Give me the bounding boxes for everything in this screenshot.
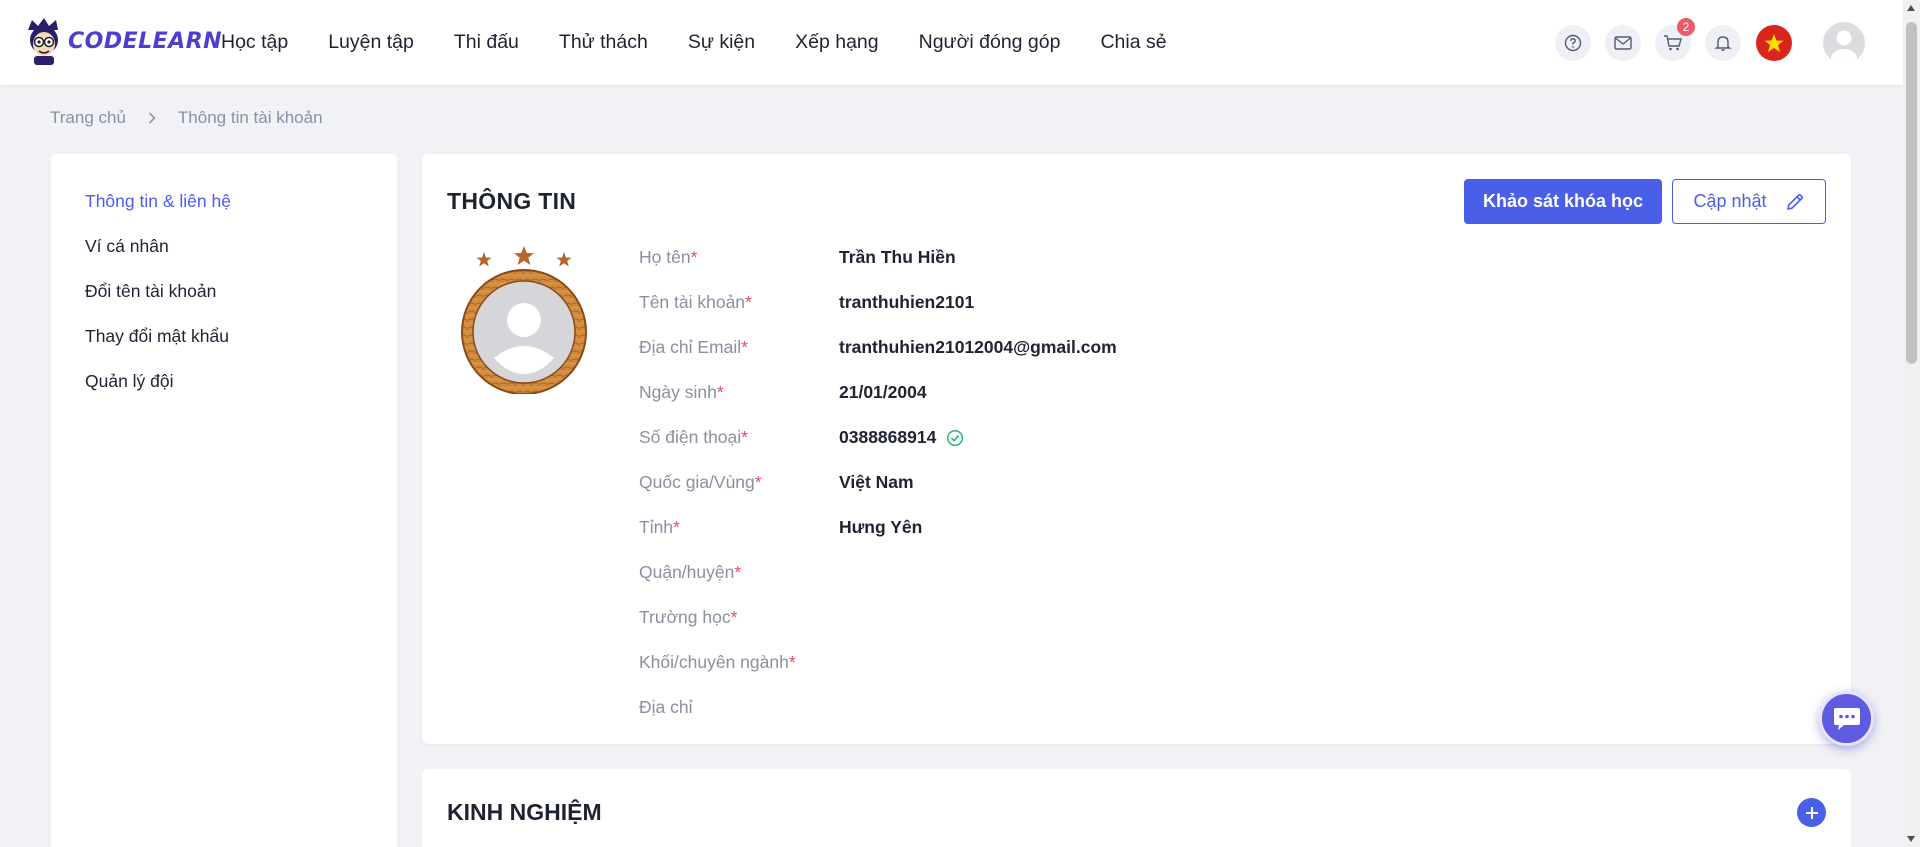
scroll-down-arrow-icon[interactable]: [1907, 836, 1915, 842]
codelearn-logo[interactable]: CODELEARN: [22, 16, 222, 66]
cart-badge: 2: [1677, 18, 1695, 36]
label-district: Quận/huyện*: [639, 562, 742, 582]
info-card: THÔNG TIN Khảo sát khóa học Cập nhật Họ …: [422, 154, 1851, 744]
update-button[interactable]: Cập nhật: [1672, 179, 1826, 224]
nav-item-hoc-tap[interactable]: Học tập: [221, 31, 288, 54]
breadcrumb: Trang chủ Thông tin tài khoản: [50, 108, 323, 128]
help-icon[interactable]: [1555, 25, 1591, 61]
nav-item-su-kien[interactable]: Sự kiện: [688, 31, 755, 54]
add-experience-button[interactable]: [1797, 798, 1826, 827]
label-school: Trường học*: [639, 607, 738, 627]
value-country: Việt Nam: [839, 472, 914, 492]
star-icon: [476, 252, 492, 267]
nav-item-thi-dau[interactable]: Thi đấu: [454, 31, 519, 54]
experience-title: KINH NGHIỆM: [447, 799, 602, 825]
value-username: tranthuhien2101: [839, 292, 975, 312]
cart-icon[interactable]: 2: [1655, 18, 1695, 61]
nav-item-xep-hang[interactable]: Xếp hạng: [795, 31, 879, 54]
value-phone: 0388868914: [839, 427, 937, 447]
label-grade-major: Khối/chuyên ngành*: [639, 652, 796, 672]
chat-bubble-icon: [1833, 707, 1860, 730]
main-nav: Học tập Luyện tập Thi đấu Thử thách Sự k…: [221, 0, 1207, 85]
label-phone: Số điện thoại*: [639, 427, 748, 447]
update-button-label: Cập nhật: [1693, 191, 1767, 211]
mail-icon[interactable]: [1605, 25, 1641, 61]
scroll-thumb[interactable]: [1906, 22, 1917, 364]
sidebar-item-info-contact[interactable]: Thông tin & liên hệ: [85, 191, 231, 212]
nav-item-nguoi-dong-gop[interactable]: Người đóng góp: [919, 31, 1061, 54]
value-province: Hưng Yên: [839, 517, 923, 537]
sidebar-item-wallet[interactable]: Ví cá nhân: [85, 236, 169, 257]
vietnam-flag-icon[interactable]: [1756, 25, 1792, 61]
label-country: Quốc gia/Vùng*: [639, 472, 762, 492]
user-avatar[interactable]: [1823, 22, 1865, 64]
profile-picture[interactable]: [460, 246, 588, 394]
star-icon: [556, 252, 572, 267]
star-icon: [514, 246, 534, 265]
label-province: Tỉnh*: [639, 517, 680, 537]
nav-item-chia-se[interactable]: Chia sẻ: [1100, 31, 1166, 54]
course-survey-button[interactable]: Khảo sát khóa học: [1464, 179, 1662, 224]
chevron-right-icon: [148, 112, 156, 124]
value-email: tranthuhien21012004@gmail.com: [839, 337, 1117, 357]
mascot-icon: [28, 18, 58, 65]
nav-item-luyen-tap[interactable]: Luyện tập: [328, 31, 414, 54]
label-email: Địa chỉ Email*: [639, 337, 748, 357]
bell-icon[interactable]: [1705, 25, 1741, 61]
label-username: Tên tài khoản*: [639, 292, 752, 312]
label-address: Địa chỉ: [639, 697, 693, 717]
breadcrumb-home[interactable]: Trang chủ: [50, 108, 126, 128]
value-phone-row: 0388868914: [839, 427, 964, 448]
nav-item-thu-thach[interactable]: Thử thách: [559, 31, 648, 54]
breadcrumb-current: Thông tin tài khoản: [177, 108, 323, 127]
label-full-name: Họ tên*: [639, 247, 698, 267]
value-full-name: Trần Thu Hiền: [839, 247, 956, 267]
sidebar-item-change-password[interactable]: Thay đổi mật khẩu: [85, 326, 229, 347]
plus-icon: [1805, 806, 1818, 819]
experience-card: KINH NGHIỆM: [422, 769, 1851, 847]
verified-check-icon: [946, 429, 964, 447]
top-header: CODELEARN Học tập Luyện tập Thi đấu Thử …: [0, 0, 1903, 85]
label-birthday: Ngày sinh*: [639, 382, 724, 402]
pencil-icon: [1786, 193, 1803, 210]
account-sidebar: Thông tin & liên hệ Ví cá nhân Đổi tên t…: [51, 154, 397, 847]
scroll-up-arrow-icon[interactable]: [1907, 5, 1915, 11]
page-scrollbar[interactable]: [1903, 0, 1920, 847]
chat-support-button[interactable]: [1819, 691, 1874, 746]
sidebar-item-rename-account[interactable]: Đổi tên tài khoản: [85, 281, 216, 302]
value-birthday: 21/01/2004: [839, 382, 927, 402]
sidebar-item-team-management[interactable]: Quản lý đội: [85, 371, 174, 392]
brand-name: CODELEARN: [68, 28, 223, 54]
info-title: THÔNG TIN: [447, 188, 577, 214]
